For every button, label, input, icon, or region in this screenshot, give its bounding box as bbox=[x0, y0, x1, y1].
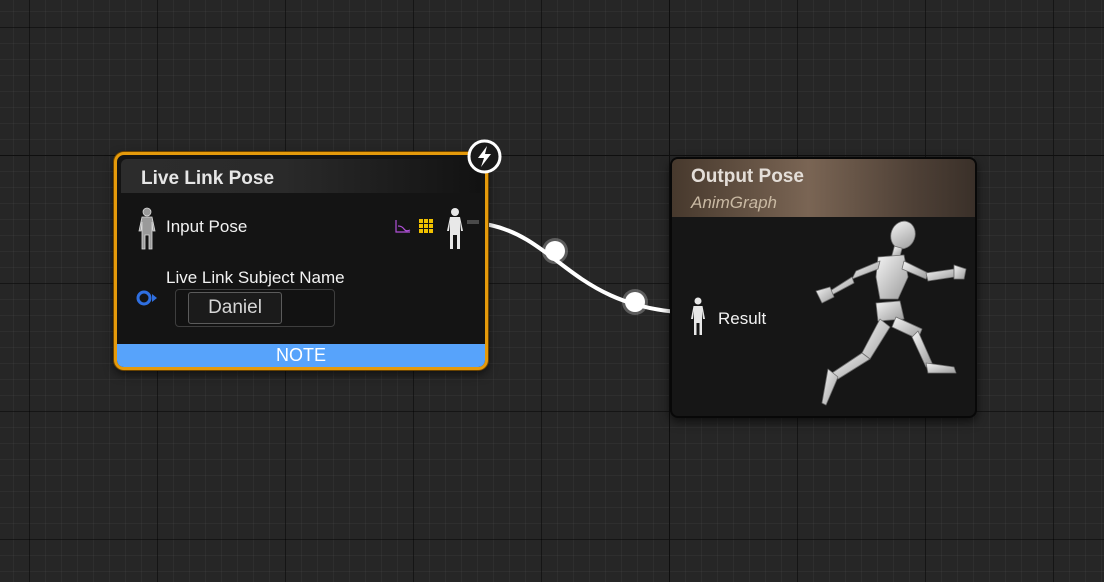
subject-name-value[interactable]: Daniel bbox=[188, 292, 282, 324]
output-node-title: Output Pose bbox=[691, 166, 804, 187]
pose-wire[interactable] bbox=[464, 220, 697, 315]
node-header[interactable]: Live Link Pose bbox=[121, 159, 481, 193]
input-pose-pin-icon[interactable] bbox=[137, 207, 157, 256]
output-pose-node[interactable]: Output Pose AnimGraph Result bbox=[670, 157, 977, 418]
result-label: Result bbox=[718, 309, 767, 328]
wire-reroute-knot-1-core[interactable] bbox=[545, 241, 565, 261]
live-link-pose-node[interactable]: Live Link Pose Input Pose Live Link Subj… bbox=[114, 152, 488, 370]
running-mannequin-icon bbox=[808, 217, 968, 414]
output-pin-connector[interactable] bbox=[467, 220, 479, 224]
result-pin-icon[interactable] bbox=[690, 297, 706, 342]
input-pose-label: Input Pose bbox=[166, 217, 248, 236]
node-title: Live Link Pose bbox=[141, 168, 275, 189]
output-node-subtitle: AnimGraph bbox=[691, 193, 777, 212]
name-pin-icon[interactable] bbox=[135, 290, 159, 311]
grid-icon bbox=[419, 219, 433, 238]
output-node-header[interactable]: Output Pose AnimGraph bbox=[672, 159, 975, 217]
node-note-bar: NOTE bbox=[117, 344, 485, 367]
wire-reroute-knot-2-core[interactable] bbox=[625, 292, 645, 312]
lightning-bolt-icon bbox=[467, 139, 502, 179]
subject-name-field[interactable]: Daniel bbox=[175, 289, 335, 327]
curve-icon bbox=[395, 219, 411, 238]
output-pose-pin-icon[interactable] bbox=[446, 207, 464, 256]
subject-name-label: Live Link Subject Name bbox=[166, 268, 345, 287]
anim-graph-canvas[interactable]: Live Link Pose Input Pose Live Link Subj… bbox=[0, 0, 1104, 582]
